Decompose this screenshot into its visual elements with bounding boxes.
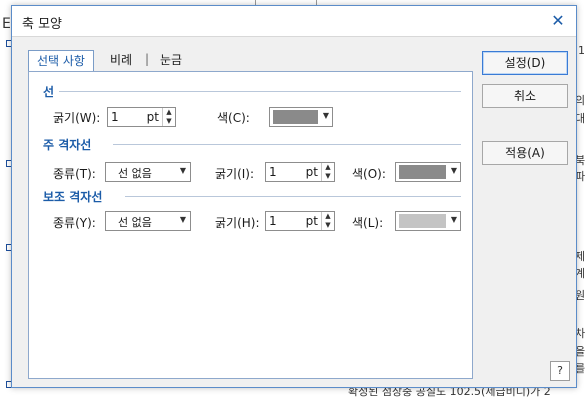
- chevron-down-icon: ▼: [179, 215, 186, 224]
- minor-type-value: 선 없음: [118, 216, 152, 229]
- line-thickness-spinner[interactable]: 1 pt ▲ ▼: [107, 107, 176, 127]
- minor-color-label: 색(L):: [352, 216, 384, 230]
- chevron-down-icon: ▼: [450, 215, 457, 224]
- spin-down-icon[interactable]: ▼: [322, 172, 334, 181]
- major-color-swatch: [399, 165, 446, 179]
- spin-up-icon[interactable]: ▲: [322, 212, 334, 221]
- spinner-arrows[interactable]: ▲ ▼: [321, 212, 334, 230]
- help-icon[interactable]: ?: [550, 361, 570, 381]
- minor-thickness-label: 굵기(H):: [215, 216, 260, 230]
- section-title-major-grid: 주 격자선: [43, 138, 92, 152]
- spin-down-icon[interactable]: ▼: [322, 221, 334, 230]
- chevron-down-icon: ▼: [450, 166, 457, 175]
- spinner-arrows[interactable]: ▲ ▼: [162, 108, 175, 126]
- section-divider: [113, 144, 461, 145]
- section-title-minor-grid: 보조 격자선: [43, 190, 103, 204]
- minor-type-dropdown[interactable]: 선 없음 ▼: [105, 211, 191, 231]
- spin-up-icon[interactable]: ▲: [322, 163, 334, 172]
- line-color-label: 색(C):: [217, 111, 250, 125]
- dialog-title: 축 모양: [22, 17, 63, 32]
- options-panel: 선 굵기(W): 1 pt ▲ ▼ 색(C): ▼ 주 격자선 종류(T): 선 …: [28, 71, 473, 379]
- minor-type-label: 종류(Y):: [53, 216, 96, 230]
- tab-separator: |: [145, 52, 150, 66]
- major-type-dropdown[interactable]: 선 없음 ▼: [105, 162, 191, 182]
- spin-down-icon[interactable]: ▼: [163, 117, 175, 126]
- apply-button[interactable]: 적용(A): [482, 141, 568, 165]
- dialog-titlebar[interactable]: 축 모양 ✕: [12, 6, 576, 37]
- spinner-arrows[interactable]: ▲ ▼: [321, 163, 334, 181]
- cancel-button[interactable]: 취소: [482, 84, 568, 108]
- chevron-down-icon: ▼: [322, 111, 329, 120]
- minor-thickness-unit: pt: [305, 214, 318, 228]
- axis-format-dialog: 축 모양 ✕ 선택 사항 비례 | 눈금 선 굵기(W): 1 pt ▲ ▼ 색(…: [11, 5, 577, 388]
- ok-button[interactable]: 설정(D): [482, 51, 568, 75]
- minor-color-swatch: [399, 214, 446, 228]
- section-divider: [59, 91, 461, 92]
- major-color-picker[interactable]: ▼: [395, 162, 461, 182]
- minor-color-picker[interactable]: ▼: [395, 211, 461, 231]
- tab-ticks[interactable]: 눈금: [152, 50, 190, 70]
- line-color-swatch: [273, 110, 318, 124]
- line-thickness-unit: pt: [146, 110, 159, 124]
- major-thickness-unit: pt: [305, 165, 318, 179]
- major-thickness-label: 굵기(I):: [215, 167, 255, 181]
- close-icon[interactable]: ✕: [548, 11, 568, 31]
- major-type-label: 종류(T):: [53, 167, 96, 181]
- line-thickness-value: 1: [111, 110, 119, 124]
- spin-up-icon[interactable]: ▲: [163, 108, 175, 117]
- line-thickness-label: 굵기(W):: [53, 111, 101, 125]
- major-thickness-value: 1: [269, 165, 277, 179]
- tab-options[interactable]: 선택 사항: [28, 50, 94, 73]
- line-color-picker[interactable]: ▼: [269, 107, 333, 127]
- major-type-value: 선 없음: [118, 167, 152, 180]
- tab-scale[interactable]: 비례: [102, 50, 140, 70]
- minor-thickness-spinner[interactable]: 1 pt ▲ ▼: [265, 211, 335, 231]
- chevron-down-icon: ▼: [179, 166, 186, 175]
- major-thickness-spinner[interactable]: 1 pt ▲ ▼: [265, 162, 335, 182]
- background-top-right-fragment: 1: [578, 44, 585, 57]
- major-color-label: 색(O):: [352, 167, 386, 181]
- section-divider: [125, 196, 461, 197]
- section-title-line: 선: [43, 85, 55, 99]
- minor-thickness-value: 1: [269, 214, 277, 228]
